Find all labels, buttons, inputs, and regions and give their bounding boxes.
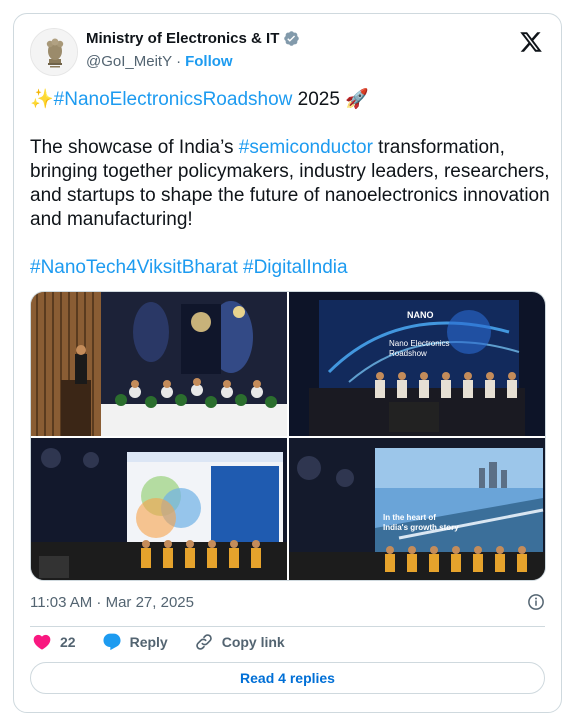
tweet-header: Ministry of Electronics & IT @GoI_MeitY … <box>30 28 545 80</box>
tweet-text: ✨#NanoElectronicsRoadshow 2025 🚀 The sho… <box>30 88 550 304</box>
media-grid: NANO Nano Electronics Roadshow In the he… <box>30 291 546 581</box>
hashtag-digitalindia[interactable]: #DigitalIndia <box>243 257 348 278</box>
follow-button[interactable]: Follow <box>185 53 233 70</box>
heart-icon <box>33 634 51 650</box>
verified-badge-icon <box>284 31 300 46</box>
tweet-line-1: ✨#NanoElectronicsRoadshow 2025 🚀 <box>30 88 550 112</box>
photo-2-banner-sub-2: Roadshow <box>389 349 427 358</box>
reply-label: Reply <box>129 634 168 650</box>
like-count: 22 <box>60 634 76 650</box>
tweet-card: Ministry of Electronics & IT @GoI_MeitY … <box>13 13 562 713</box>
separator-dot: · <box>176 53 182 70</box>
photo-1-image <box>31 292 287 436</box>
body-prefix: The showcase of India’s <box>30 137 239 158</box>
hashtag-semiconductor[interactable]: #semiconductor <box>239 137 373 158</box>
photo-1[interactable] <box>31 292 287 436</box>
year-text: 2025 <box>292 89 346 110</box>
info-icon[interactable] <box>527 593 545 611</box>
tweet-timestamp[interactable]: 11:03 AM · Mar 27, 2025 <box>30 594 194 611</box>
photo-4[interactable]: In the heart of India's growth story <box>289 438 545 580</box>
national-emblem-icon <box>31 29 77 75</box>
like-button[interactable]: 22 <box>32 632 76 652</box>
photo-3[interactable] <box>31 438 287 580</box>
name-row: Ministry of Electronics & IT <box>86 30 300 47</box>
photo-4-image: In the heart of India's growth story <box>289 438 545 580</box>
sparkles-emoji: ✨ <box>30 89 54 110</box>
hashtag-nanotech4viksitbharat[interactable]: #NanoTech4ViksitBharat <box>30 257 238 278</box>
photo-2-image: NANO Nano Electronics Roadshow <box>289 292 545 436</box>
photo-2[interactable]: NANO Nano Electronics Roadshow <box>289 292 545 436</box>
photo-4-screen-text-1: In the heart of <box>383 513 436 522</box>
hashtag-nanoelectronicsroadshow[interactable]: #NanoElectronicsRoadshow <box>54 89 293 110</box>
x-logo-icon[interactable] <box>519 30 543 54</box>
reply-bubble-icon <box>103 633 121 651</box>
divider <box>30 626 545 627</box>
read-replies-button[interactable]: Read 4 replies <box>30 662 545 694</box>
account-handle[interactable]: @GoI_MeitY <box>86 53 172 70</box>
photo-2-banner-sub: Nano Electronics <box>389 339 449 348</box>
rocket-emoji: 🚀 <box>345 89 369 110</box>
photo-3-image <box>31 438 287 580</box>
reply-button[interactable]: Reply <box>102 632 168 652</box>
tweet-body: The showcase of India’s #semiconductor t… <box>30 136 550 232</box>
copy-link-button[interactable]: Copy link <box>194 632 285 652</box>
link-icon <box>195 634 212 650</box>
photo-4-screen-text-2: India's growth story <box>383 523 459 532</box>
tweet-hashtags: #NanoTech4ViksitBharat #DigitalIndia <box>30 256 550 280</box>
display-name[interactable]: Ministry of Electronics & IT <box>86 30 279 47</box>
handle-row: @GoI_MeitY · Follow <box>86 53 233 70</box>
avatar[interactable] <box>30 28 78 76</box>
action-bar: 22 Reply Copy link <box>32 631 311 653</box>
copy-link-label: Copy link <box>221 634 285 650</box>
photo-2-banner-title: NANO <box>407 310 434 320</box>
